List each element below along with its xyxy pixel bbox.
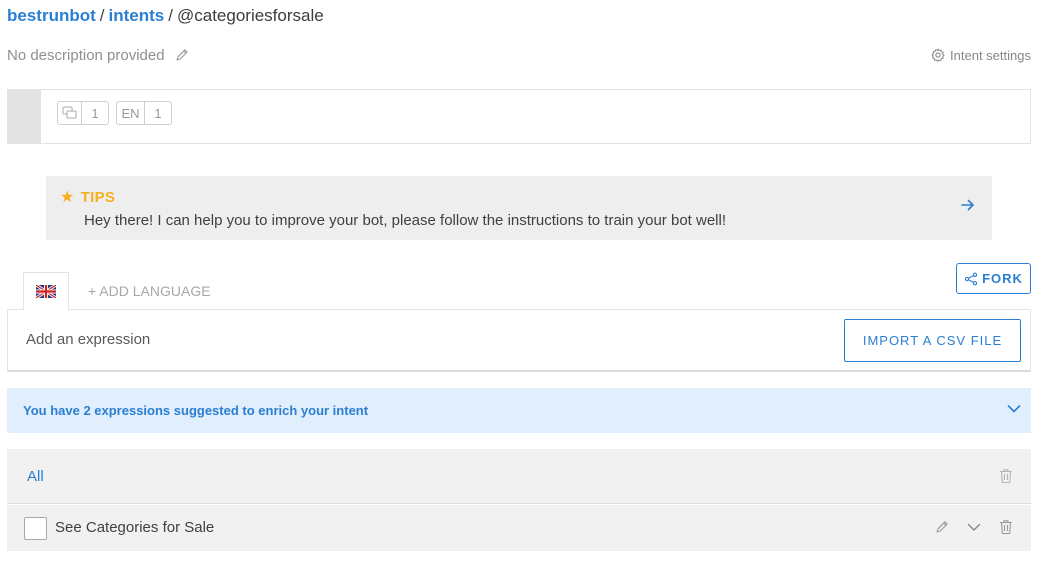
breadcrumb: bestrunbot / intents / @categoriesforsale <box>7 6 324 26</box>
gear-icon <box>931 48 945 62</box>
chevron-down-icon[interactable] <box>1007 404 1021 414</box>
expression-input-panel: IMPORT A CSV FILE <box>7 309 1031 372</box>
breadcrumb-bot-link[interactable]: bestrunbot <box>7 6 96 25</box>
suggested-expressions-bar[interactable]: You have 2 expressions suggested to enri… <box>7 388 1031 433</box>
languages-count: 1 <box>154 105 162 121</box>
star-icon: ★ <box>60 189 75 206</box>
breadcrumb-current-intent: @categoriesforsale <box>176 6 324 25</box>
uk-flag-icon <box>36 285 56 298</box>
suggested-expressions-text: You have 2 expressions suggested to enri… <box>23 403 369 418</box>
breadcrumb-intents-link[interactable]: intents <box>109 6 165 25</box>
languages-count-badge: EN 1 <box>116 101 172 125</box>
intent-settings-link[interactable]: Intent settings <box>931 48 1031 63</box>
expressions-filter-row: All <box>7 449 1031 504</box>
fork-button-label: FORK <box>982 271 1023 286</box>
stats-panel-side-tab <box>8 90 41 143</box>
add-language-button[interactable]: + ADD LANGUAGE <box>88 283 211 299</box>
expression-text: See Categories for Sale <box>55 519 215 536</box>
arrow-right-icon[interactable] <box>960 198 976 212</box>
trash-icon[interactable] <box>999 519 1013 535</box>
tips-title-label: TIPS <box>80 188 116 206</box>
chevron-down-icon[interactable] <box>967 520 981 534</box>
intent-description: No description provided <box>7 47 189 64</box>
language-tab-english[interactable] <box>23 272 69 310</box>
pencil-icon[interactable] <box>935 520 949 534</box>
language-code: EN <box>117 102 145 124</box>
expression-checkbox[interactable] <box>24 517 47 540</box>
chat-bubbles-icon <box>58 102 82 124</box>
description-text: No description provided <box>7 46 165 64</box>
breadcrumb-separator: / <box>168 6 173 25</box>
breadcrumb-separator: / <box>99 6 105 25</box>
tips-text: Hey there! I can help you to improve you… <box>84 212 726 229</box>
description-row: No description provided Intent settings <box>7 46 1031 64</box>
import-csv-button[interactable]: IMPORT A CSV FILE <box>844 319 1021 362</box>
add-expression-input[interactable] <box>26 331 726 348</box>
fork-button[interactable]: FORK <box>956 263 1031 294</box>
intent-settings-label: Intent settings <box>950 47 1031 63</box>
pencil-icon[interactable] <box>175 48 189 62</box>
filter-all-tab[interactable]: All <box>27 468 44 485</box>
share-icon <box>964 272 978 285</box>
expressions-count: 1 <box>91 105 99 121</box>
trash-icon[interactable] <box>999 468 1013 484</box>
table-row: See Categories for Sale <box>7 505 1031 551</box>
intent-stats-panel: 1 EN 1 <box>7 89 1031 144</box>
expression-row-actions <box>917 519 1013 535</box>
tips-banner: ★ TIPS Hey there! I can help you to impr… <box>46 176 992 240</box>
tips-title: ★ TIPS <box>60 187 115 207</box>
expressions-count-badge: 1 <box>57 101 109 125</box>
